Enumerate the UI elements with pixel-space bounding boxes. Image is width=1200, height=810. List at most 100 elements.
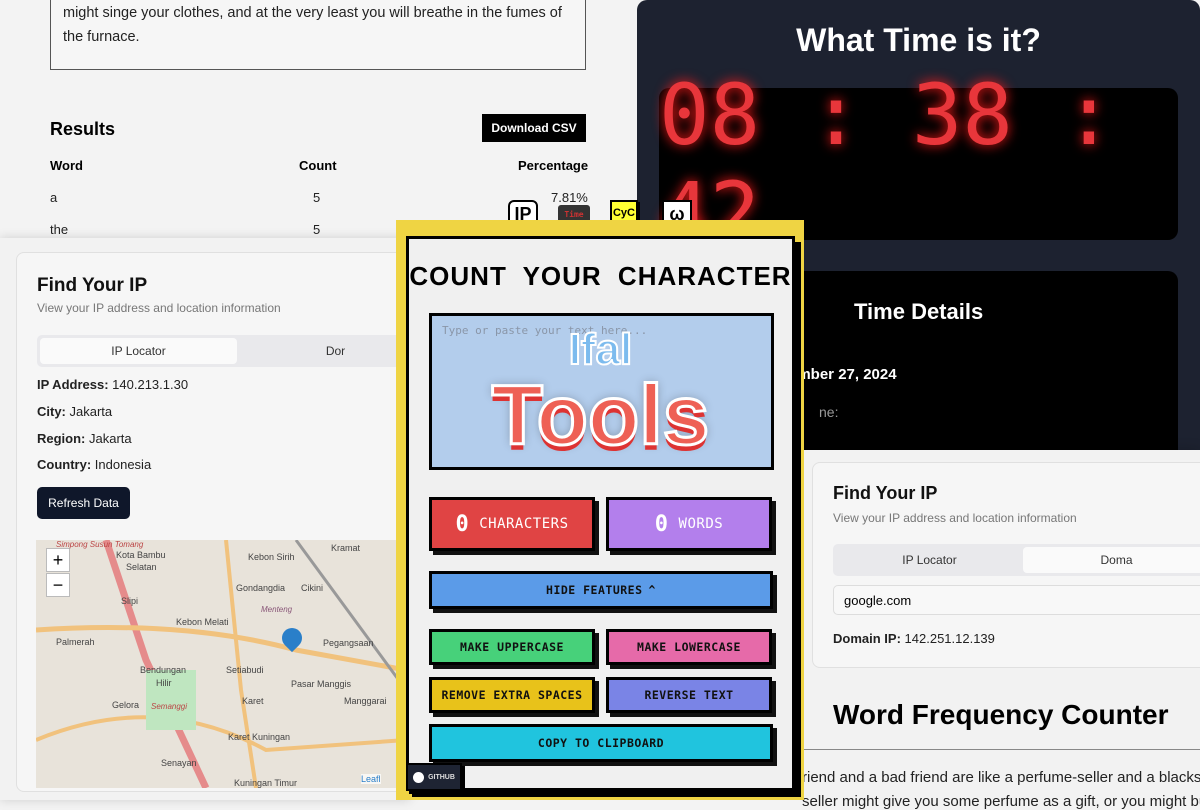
ip-card: Find Your IP View your IP address and lo… xyxy=(812,462,1200,668)
ip-address-value: 140.213.1.30 xyxy=(112,377,189,392)
character-count: 0 CHARACTERS xyxy=(429,497,595,551)
map-label: Setiabudi xyxy=(226,665,264,675)
ip-subtitle: View your IP address and location inform… xyxy=(833,511,1077,525)
map-label: Bendungan xyxy=(140,665,187,675)
label: Country: xyxy=(37,457,92,472)
ip-subtitle: View your IP address and location inform… xyxy=(37,301,281,315)
ifal-tools-logo: Ifal Tools xyxy=(409,325,792,462)
refresh-data-button[interactable]: Refresh Data xyxy=(37,487,130,519)
ip-title: Find Your IP xyxy=(833,483,938,503)
domain-input[interactable]: google.com xyxy=(833,585,1200,615)
row-count: 5 xyxy=(313,190,321,205)
col-count: Count xyxy=(299,158,337,173)
digital-clock: 08 : 38 : 42 xyxy=(659,66,1178,262)
app-title: COUNT YOUR CHARACTER xyxy=(409,261,792,291)
ip-tabs: IP Locator Doma xyxy=(833,544,1200,576)
label: Region: xyxy=(37,431,86,446)
zoom-in-button[interactable]: + xyxy=(46,548,70,572)
country-value: Indonesia xyxy=(94,457,152,472)
map-label: Senayan xyxy=(161,758,197,768)
text-input[interactable]: might singe your clothes, and at the ver… xyxy=(50,0,586,70)
row-pct: 7.81% xyxy=(551,190,588,205)
wfc-title: Word Frequency Counter xyxy=(833,699,1169,730)
map-label: Manggarai xyxy=(344,696,387,706)
map-label: Semanggi xyxy=(151,702,188,711)
make-lowercase-button[interactable]: MAKE LOWERCASE xyxy=(606,629,772,665)
logo-bottom: Tools xyxy=(490,368,711,462)
map-label: Slipi xyxy=(121,596,139,606)
date-value: ember 27, 2024 xyxy=(789,366,897,383)
map-label: Menteng xyxy=(261,605,293,614)
hide-features-button[interactable]: HIDE FEATURES ^ xyxy=(429,571,773,609)
make-uppercase-button[interactable]: MAKE UPPERCASE xyxy=(429,629,595,665)
results-title: Results xyxy=(50,119,116,139)
app-card: COUNT YOUR CHARACTER Type or paste your … xyxy=(406,236,795,791)
time-title: What Time is it? xyxy=(796,22,1041,58)
domain-ip-row: Domain IP: 142.251.12.139 xyxy=(833,631,995,646)
map-label: Kramat xyxy=(331,543,361,553)
map-label: Karet xyxy=(242,696,264,706)
map-label: Simpong Susun Tomang xyxy=(56,540,144,549)
location-map[interactable]: + − Simpong Susun Tomang Kota Bambu Sela… xyxy=(36,540,406,788)
row-word: a xyxy=(50,190,58,205)
chevron-up-icon: ^ xyxy=(648,583,656,597)
label: Domain IP: xyxy=(833,631,901,646)
logo-top: Ifal xyxy=(568,325,634,374)
map-label: Kebon Sirih xyxy=(248,552,295,562)
zoom-out-button[interactable]: − xyxy=(46,573,70,597)
map-label: Pegangsaan xyxy=(323,638,374,648)
city-value: Jakarta xyxy=(69,404,113,419)
hide-features-label: HIDE FEATURES xyxy=(546,583,643,597)
word-frequency-counter-panel: Word Frequency Counter riend and a bad f… xyxy=(790,685,1200,810)
time-details-title: Time Details xyxy=(854,299,984,324)
map-label: Gelora xyxy=(112,700,140,710)
col-word: Word xyxy=(50,158,83,173)
remove-extra-spaces-button[interactable]: REMOVE EXTRA SPACES xyxy=(429,677,595,713)
map-roads xyxy=(36,540,406,788)
label: City: xyxy=(37,404,66,419)
map-label: Pasar Manggis xyxy=(291,679,352,689)
char-count-value: 0 xyxy=(455,511,470,537)
map-label: Cikini xyxy=(301,583,324,593)
divider xyxy=(790,749,1200,750)
word-count-value: 0 xyxy=(654,511,669,537)
tab-ip-locator[interactable]: IP Locator xyxy=(836,547,1023,573)
row-count: 5 xyxy=(313,222,321,237)
map-label: Kuningan Timur xyxy=(234,778,298,788)
region-value: Jakarta xyxy=(89,431,132,446)
map-label: Kebon Melati xyxy=(176,617,229,627)
map-label: Palmerah xyxy=(56,637,95,647)
label: IP Address: xyxy=(37,377,109,392)
city-row: City: Jakarta xyxy=(37,404,112,419)
char-label: CHARACTERS xyxy=(479,516,569,532)
github-label: GITHUB xyxy=(428,773,455,781)
wfc-text[interactable]: seller might give you some perfume as a … xyxy=(802,793,1200,810)
tab-domain[interactable]: Doma xyxy=(1023,547,1200,573)
ip-address-row: IP Address: 140.213.1.30 xyxy=(37,377,188,392)
col-percentage: Percentage xyxy=(518,158,589,173)
map-attribution[interactable]: Leafl xyxy=(361,774,381,784)
word-label: WORDS xyxy=(678,516,724,532)
map-label: Karet Kuningan xyxy=(228,732,291,742)
ip-finder-panel: Find Your IP View your IP address and lo… xyxy=(0,238,437,800)
domain-ip-panel: Find Your IP View your IP address and lo… xyxy=(800,450,1200,685)
github-icon xyxy=(413,771,425,783)
count-your-character-app: COUNT YOUR CHARACTER Type or paste your … xyxy=(396,220,804,800)
wfc-text[interactable]: riend and a bad friend are like a perfum… xyxy=(802,769,1200,786)
timezone-label: ne: xyxy=(819,404,839,420)
copy-to-clipboard-button[interactable]: COPY TO CLIPBOARD xyxy=(429,724,773,762)
reverse-text-button[interactable]: REVERSE TEXT xyxy=(606,677,772,713)
map-label: Hilir xyxy=(156,678,172,688)
map-label: Gondangdia xyxy=(236,583,286,593)
map-label: Selatan xyxy=(126,562,157,572)
word-count: 0 WORDS xyxy=(606,497,772,551)
map-label: Kota Bambu xyxy=(116,550,166,560)
github-button[interactable]: GITHUB xyxy=(406,763,462,791)
domain-ip-value: 142.251.12.139 xyxy=(904,631,995,646)
ip-tabs: IP Locator Dor xyxy=(37,335,437,367)
region-row: Region: Jakarta xyxy=(37,431,132,446)
ip-title: Find Your IP xyxy=(37,275,148,296)
tab-ip-locator[interactable]: IP Locator xyxy=(40,338,237,364)
download-csv-button[interactable]: Download CSV xyxy=(482,114,586,142)
country-row: Country: Indonesia xyxy=(37,457,151,472)
